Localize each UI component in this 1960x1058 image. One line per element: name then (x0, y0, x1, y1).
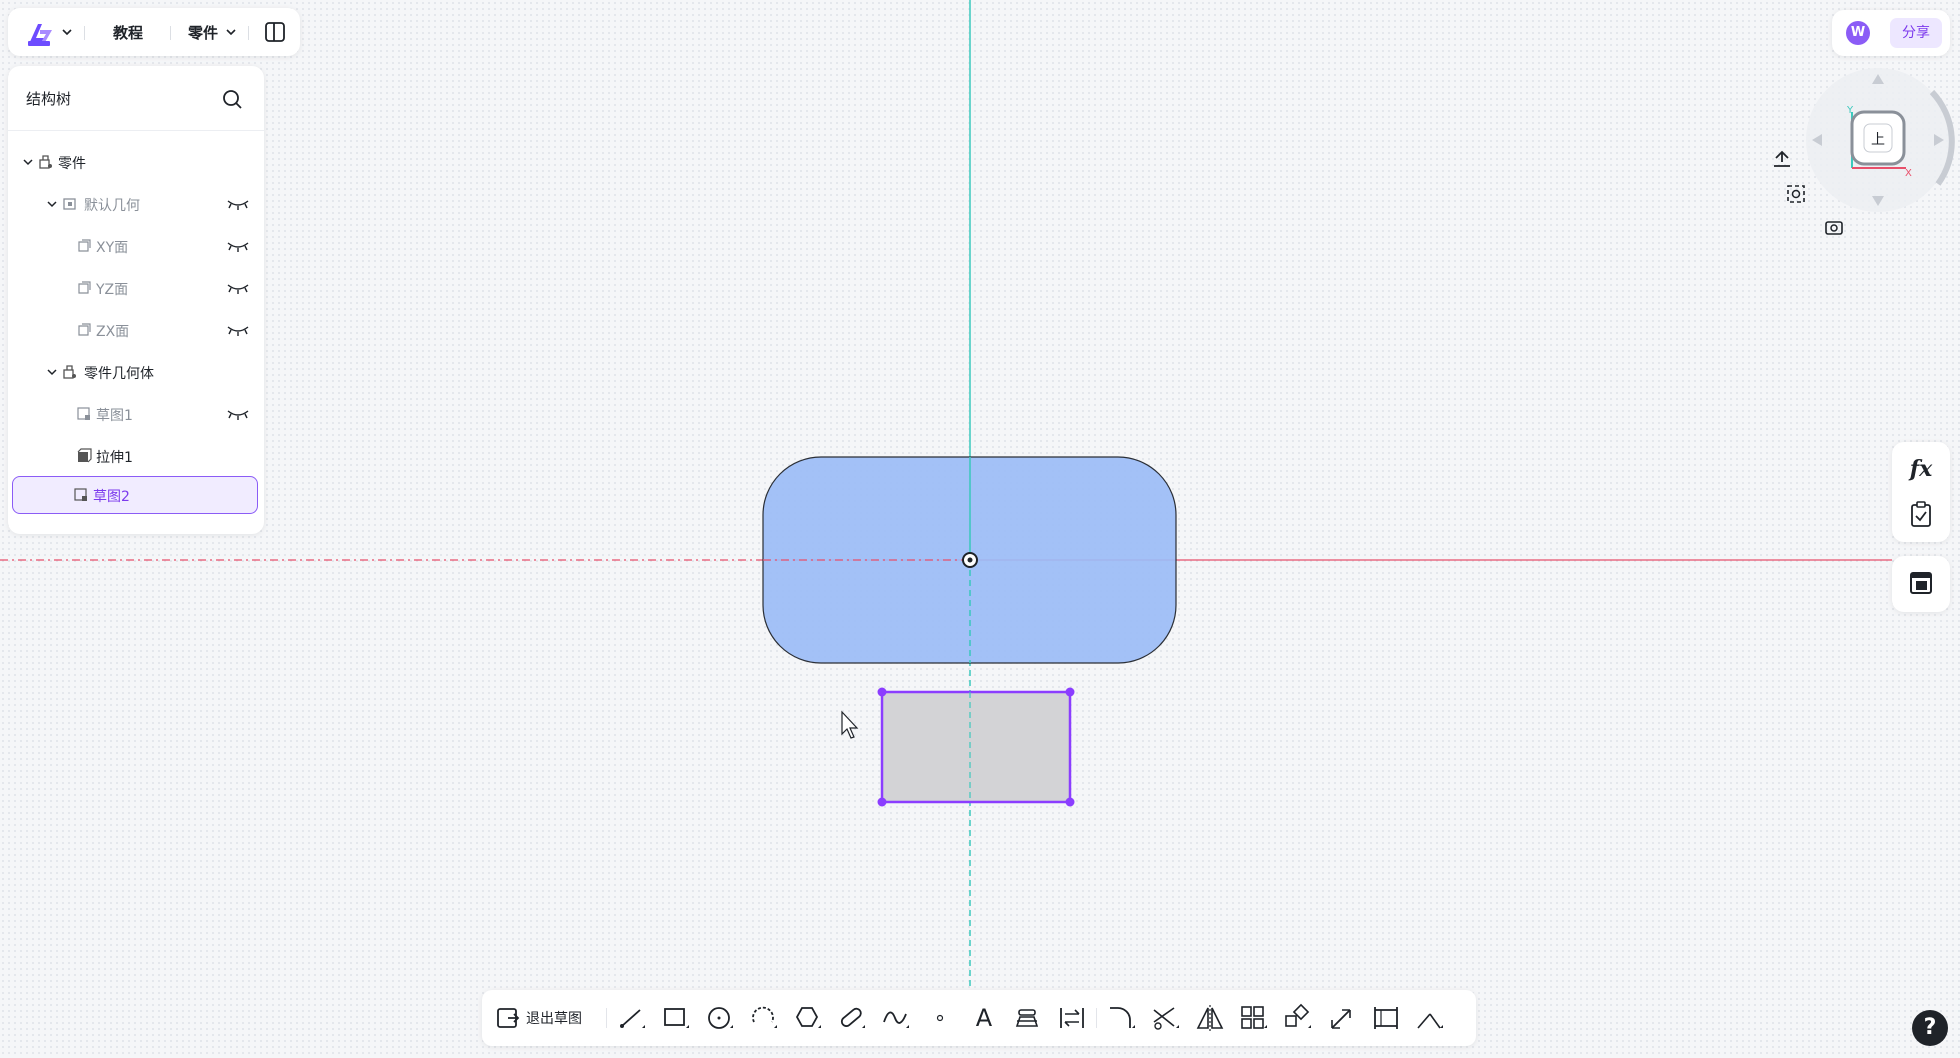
circle-tool-icon[interactable] (704, 1002, 736, 1034)
divider (84, 26, 85, 40)
fit-view-icon[interactable] (1787, 185, 1805, 203)
body-icon (63, 365, 76, 379)
axis-y-label: Y (1846, 105, 1854, 116)
mirror-tool-icon[interactable] (1194, 1002, 1226, 1034)
tree-item-default-geometry[interactable]: 默认几何 (12, 186, 260, 222)
tree-item-label: YZ面 (96, 282, 129, 298)
help-button[interactable]: ? (1912, 1010, 1948, 1046)
eye-closed-icon[interactable] (226, 239, 250, 253)
chevron-down-icon[interactable] (46, 366, 58, 378)
text-tool-button[interactable]: A (968, 1002, 1000, 1034)
part-menu-button[interactable]: 零件 (188, 22, 218, 43)
exit-sketch-label: 退出草图 (526, 1011, 582, 1027)
geometry-icon (63, 198, 76, 210)
toggle-panel-icon[interactable] (264, 21, 286, 43)
sketch-rectangle (880, 690, 1072, 804)
sketch-canvas[interactable] (0, 0, 1960, 1058)
tree-item-label: ZX面 (96, 324, 130, 340)
avatar[interactable]: W (1846, 21, 1870, 45)
offset-tool-icon[interactable] (1370, 1002, 1402, 1034)
camera-view-icon[interactable] (1825, 221, 1843, 235)
tree-item-sketch1[interactable]: 草图1 (12, 396, 260, 432)
tree-item-label: XY面 (96, 240, 129, 256)
tree-item-label: 默认几何 (84, 198, 140, 214)
sketch-toolbar: 退出草图 A (482, 990, 1476, 1046)
plane-icon (78, 323, 91, 336)
plane-icon (78, 239, 91, 252)
project-tool-icon[interactable] (1012, 1002, 1044, 1034)
tree-title: 结构树 (26, 90, 72, 108)
dimension-tool-icon[interactable] (1056, 1002, 1088, 1034)
view-navigator[interactable]: Y X 上 (1760, 64, 1956, 264)
exit-sketch-icon (497, 1008, 520, 1028)
divider (248, 26, 249, 40)
top-bar: 教程 零件 (8, 8, 300, 56)
share-button[interactable]: 分享 (1890, 18, 1942, 48)
formula-button[interactable]: fx (1906, 454, 1936, 484)
chevron-down-icon[interactable] (60, 25, 74, 39)
tree-item-label: 拉伸1 (96, 450, 133, 466)
plane-icon (78, 281, 91, 294)
tree-item-yz-plane[interactable]: YZ面 (12, 270, 260, 306)
tutorial-button[interactable]: 教程 (113, 22, 143, 43)
tree-item-label: 草图2 (93, 489, 130, 505)
eye-closed-icon[interactable] (226, 281, 250, 295)
divider (1096, 1008, 1097, 1028)
tree-item-xy-plane[interactable]: XY面 (12, 228, 260, 264)
tree-item-label: 零件几何体 (84, 366, 154, 382)
search-icon[interactable] (221, 88, 243, 110)
point-tool-icon[interactable] (924, 1002, 956, 1034)
rect-corner-point (1065, 687, 1075, 697)
eye-closed-icon[interactable] (226, 407, 250, 421)
chevron-down-icon[interactable] (46, 198, 58, 210)
eye-closed-icon[interactable] (226, 323, 250, 337)
polygon-tool-icon[interactable] (792, 1002, 824, 1034)
tree-item-label: 零件 (58, 156, 86, 172)
side-tools-panel-2 (1892, 556, 1950, 612)
rectangle-tool-icon[interactable] (660, 1002, 692, 1034)
chevron-down-icon[interactable] (22, 156, 34, 168)
divider (606, 1008, 607, 1028)
line-tool-icon[interactable] (616, 1002, 648, 1034)
divider (170, 26, 171, 40)
extrude-icon (77, 448, 92, 463)
extend-tool-icon[interactable] (1326, 1002, 1358, 1034)
library-icon[interactable] (1908, 570, 1934, 596)
tree-item-part-body[interactable]: 零件几何体 (12, 354, 260, 390)
app-logo-icon[interactable] (26, 20, 54, 48)
sketch-icon (74, 488, 87, 501)
tree-item-label: 草图1 (96, 408, 133, 424)
home-view-icon[interactable] (1774, 150, 1790, 167)
exit-sketch-button[interactable]: 退出草图 (496, 1000, 582, 1036)
tree-item-part[interactable]: 零件 (12, 144, 260, 180)
side-tools-panel: fx (1892, 442, 1950, 542)
trim-tool-icon[interactable] (1150, 1002, 1182, 1034)
sketch-icon (77, 407, 90, 420)
tree-item-extrude1[interactable]: 拉伸1 (12, 438, 260, 474)
share-panel: W 分享 (1832, 10, 1950, 56)
tree-item-zx-plane[interactable]: ZX面 (12, 312, 260, 348)
transform-tool-icon[interactable] (1282, 1002, 1314, 1034)
eye-closed-icon[interactable] (226, 197, 250, 211)
tree-item-sketch2[interactable]: 草图2 (12, 476, 258, 514)
mouse-cursor (841, 710, 859, 739)
fillet-tool-icon[interactable] (1106, 1002, 1138, 1034)
rect-corner-point (877, 797, 887, 807)
tree-header: 结构树 (8, 66, 264, 131)
view-cube-face-label: 上 (1871, 132, 1885, 148)
arc-tool-icon[interactable] (748, 1002, 780, 1034)
spline-tool-icon[interactable] (880, 1002, 912, 1034)
chevron-down-icon[interactable] (224, 25, 238, 39)
slot-tool-icon[interactable] (836, 1002, 868, 1034)
axis-x-label: X (1905, 168, 1912, 179)
construction-line-icon[interactable] (1414, 1002, 1446, 1034)
rect-corner-point (1065, 797, 1075, 807)
part-icon (39, 155, 52, 169)
clipboard-check-icon[interactable] (1908, 500, 1934, 528)
structure-tree-panel: 结构树 零件 默认几何 XY面 YZ面 ZX面 零件几何体 草图1 拉伸1 草图… (8, 66, 264, 534)
pattern-tool-icon[interactable] (1238, 1002, 1270, 1034)
rect-corner-point (877, 687, 887, 697)
